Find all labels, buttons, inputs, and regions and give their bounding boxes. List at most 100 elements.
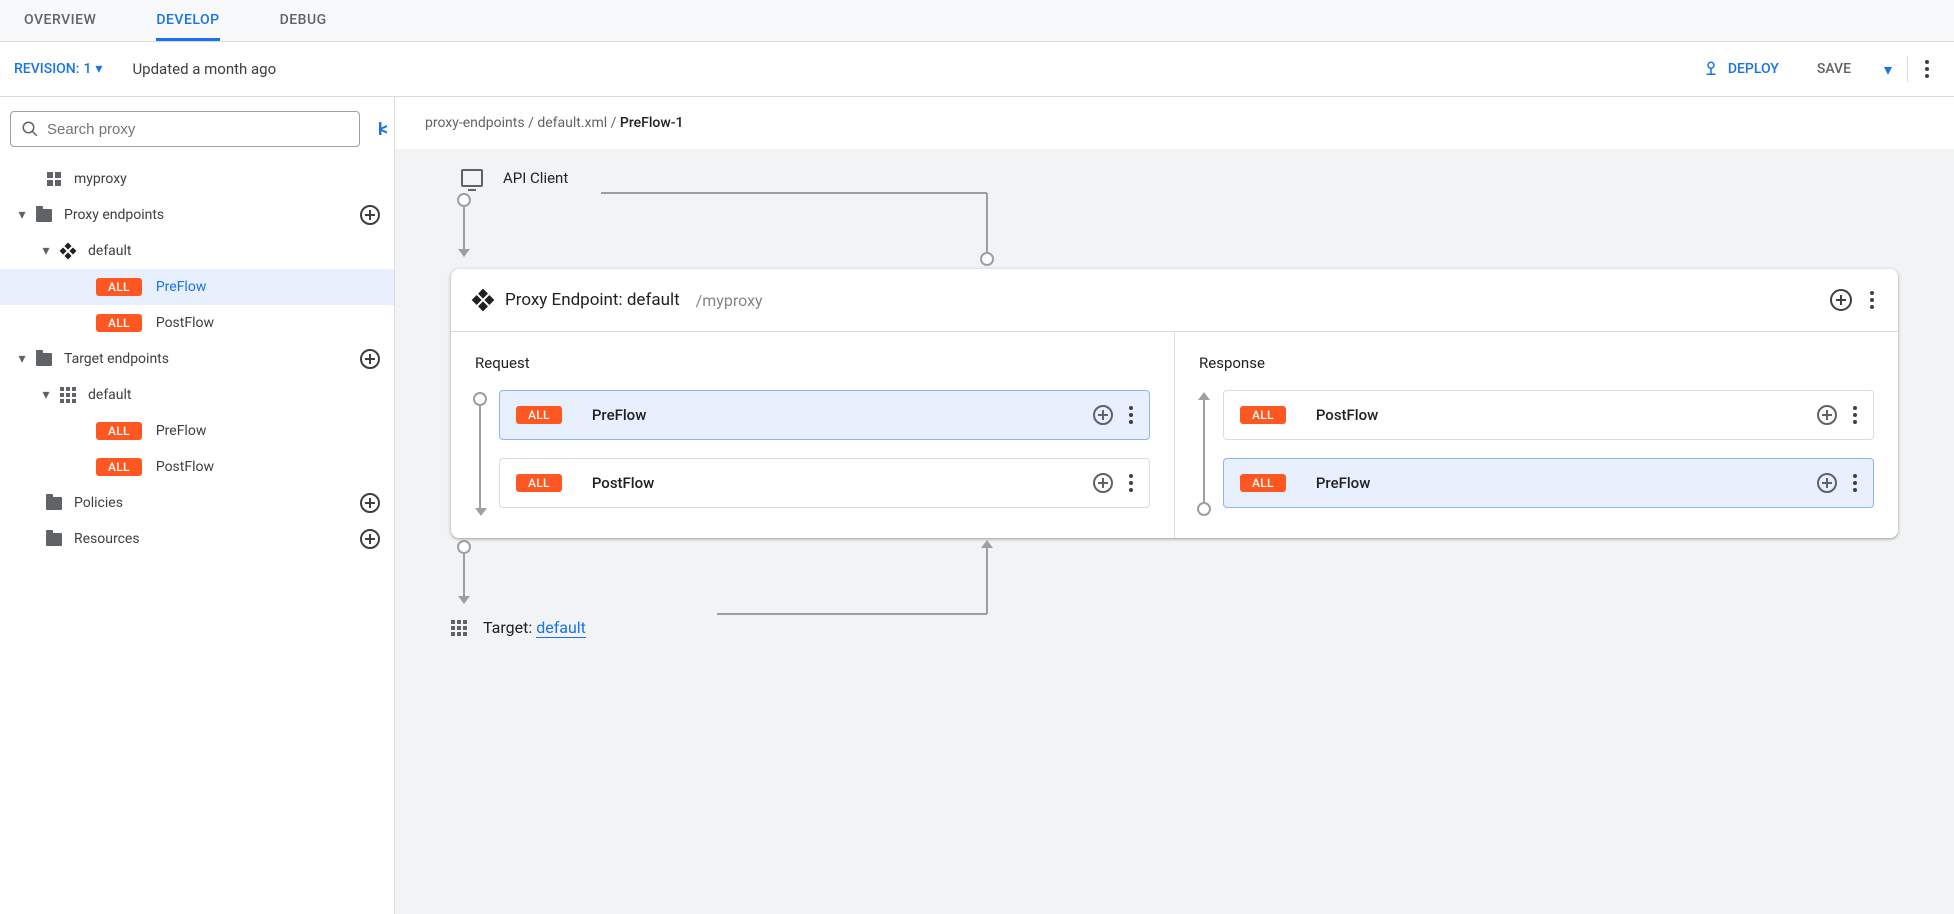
tree-policies[interactable]: Policies [0, 485, 394, 521]
caret-down-icon: ▾ [95, 61, 102, 77]
resources-label: Resources [74, 531, 140, 547]
add-policy-button[interactable] [360, 493, 380, 513]
target-endpoints-label: Target endpoints [64, 351, 169, 367]
search-icon [21, 120, 39, 138]
endpoint-icon [472, 289, 495, 312]
deploy-button[interactable]: DEPLOY [1684, 52, 1797, 86]
tree-target-endpoints[interactable]: ▾ Target endpoints [0, 341, 394, 377]
preflow-label: PreFlow [156, 423, 207, 439]
flow-more-button[interactable] [1129, 406, 1133, 424]
tab-develop[interactable]: DEVELOP [156, 0, 219, 41]
preflow-label: PreFlow [1316, 474, 1371, 492]
tree-proxy-default[interactable]: ▾ default [0, 233, 394, 269]
tree-proxy-preflow[interactable]: ALL PreFlow [0, 269, 394, 305]
add-flow-button[interactable] [1830, 289, 1852, 311]
tree-target-preflow[interactable]: ALL PreFlow [0, 413, 394, 449]
flow-more-button[interactable] [1129, 474, 1133, 492]
add-target-endpoint-button[interactable] [360, 349, 380, 369]
tab-debug[interactable]: DEBUG [280, 0, 327, 41]
breadcrumb-part: proxy-endpoints [425, 115, 525, 131]
more-button[interactable] [1910, 52, 1944, 86]
all-chip: ALL [1240, 406, 1286, 424]
arrow-down-icon [475, 508, 487, 516]
more-icon [1925, 60, 1929, 78]
wire-icon [457, 540, 997, 614]
add-step-button[interactable] [1093, 405, 1113, 425]
connector-bottom [457, 540, 1898, 614]
search-box[interactable] [10, 111, 360, 147]
sidebar: I< myproxy ▾ Proxy endpoints ▾ default [0, 97, 395, 914]
arrow-up-icon [981, 540, 993, 548]
default-label: default [88, 243, 132, 259]
all-chip: ALL [516, 406, 562, 424]
save-button[interactable]: SAVE [1799, 53, 1869, 85]
add-step-button[interactable] [1817, 405, 1837, 425]
connector-top [457, 193, 1898, 267]
response-flowline [1197, 392, 1211, 516]
response-postflow-card[interactable]: ALL PostFlow [1223, 390, 1874, 440]
endpoint-icon [58, 245, 78, 257]
content: I< myproxy ▾ Proxy endpoints ▾ default [0, 97, 1954, 914]
caret-icon[interactable]: ▾ [10, 207, 34, 223]
tree-target-postflow[interactable]: ALL PostFlow [0, 449, 394, 485]
response-title: Response [1199, 354, 1874, 372]
endpoint-prefix: Proxy Endpoint: [505, 290, 623, 310]
all-chip: ALL [96, 422, 142, 440]
api-client-row: API Client [461, 169, 1898, 187]
revision-picker[interactable]: REVISION: 1 ▾ [14, 61, 102, 77]
breadcrumb-part: default.xml [537, 115, 607, 131]
deploy-label: DEPLOY [1728, 61, 1779, 77]
endpoint-more-button[interactable] [1870, 291, 1874, 309]
target-prefix: Target: [483, 618, 532, 637]
deploy-icon [1702, 60, 1720, 78]
tree-target-default[interactable]: ▾ default [0, 377, 394, 413]
flow-more-button[interactable] [1853, 406, 1857, 424]
card-header: Proxy Endpoint: default /myproxy [451, 269, 1898, 331]
all-chip: ALL [96, 314, 142, 332]
flow-node-icon [980, 252, 994, 266]
all-chip: ALL [96, 278, 142, 296]
flow-more-button[interactable] [1853, 474, 1857, 492]
add-resource-button[interactable] [360, 529, 380, 549]
basepath: /myproxy [696, 291, 763, 310]
policies-label: Policies [74, 495, 123, 511]
wire-icon [457, 193, 997, 267]
flow-node-icon [473, 392, 487, 406]
tree-proxy-postflow[interactable]: ALL PostFlow [0, 305, 394, 341]
add-step-button[interactable] [1817, 473, 1837, 493]
flow-node-icon [1197, 502, 1211, 516]
add-proxy-endpoint-button[interactable] [360, 205, 380, 225]
collapse-sidebar-button[interactable]: I< [378, 119, 384, 140]
tab-overview[interactable]: OVERVIEW [24, 0, 96, 41]
all-chip: ALL [516, 474, 562, 492]
add-step-button[interactable] [1093, 473, 1113, 493]
breadcrumb-current: PreFlow-1 [620, 115, 684, 131]
postflow-label: PostFlow [1316, 406, 1378, 424]
postflow-label: PostFlow [156, 315, 214, 331]
request-column: Request ALL PreFlow [451, 332, 1174, 538]
preflow-label: PreFlow [156, 279, 207, 295]
caret-icon[interactable]: ▾ [34, 243, 58, 259]
preflow-label: PreFlow [592, 406, 647, 424]
response-preflow-card[interactable]: ALL PreFlow [1223, 458, 1874, 508]
root-label: myproxy [74, 171, 127, 187]
search-input[interactable] [47, 121, 349, 138]
caret-icon[interactable]: ▾ [34, 387, 58, 403]
request-preflow-card[interactable]: ALL PreFlow [499, 390, 1150, 440]
main-area: proxy-endpoints / default.xml / PreFlow-… [395, 97, 1954, 914]
top-tabs: OVERVIEW DEVELOP DEBUG [0, 0, 1954, 42]
request-postflow-card[interactable]: ALL PostFlow [499, 458, 1150, 508]
separator [1907, 56, 1908, 82]
target-row: Target: default [451, 618, 1898, 637]
card-body: Request ALL PreFlow [451, 331, 1898, 538]
target-link[interactable]: default [536, 618, 586, 638]
save-menu-button[interactable]: ▾ [1871, 52, 1905, 86]
response-column: Response ALL PostFlow [1174, 332, 1898, 538]
caret-icon[interactable]: ▾ [10, 351, 34, 367]
request-title: Request [475, 354, 1150, 372]
flow-canvas: API Client Pr [395, 149, 1954, 914]
tree-proxy-endpoints[interactable]: ▾ Proxy endpoints [0, 197, 394, 233]
tree-resources[interactable]: Resources [0, 521, 394, 557]
tree-root[interactable]: myproxy [0, 161, 394, 197]
nav-tree: myproxy ▾ Proxy endpoints ▾ default ALL … [0, 155, 394, 557]
